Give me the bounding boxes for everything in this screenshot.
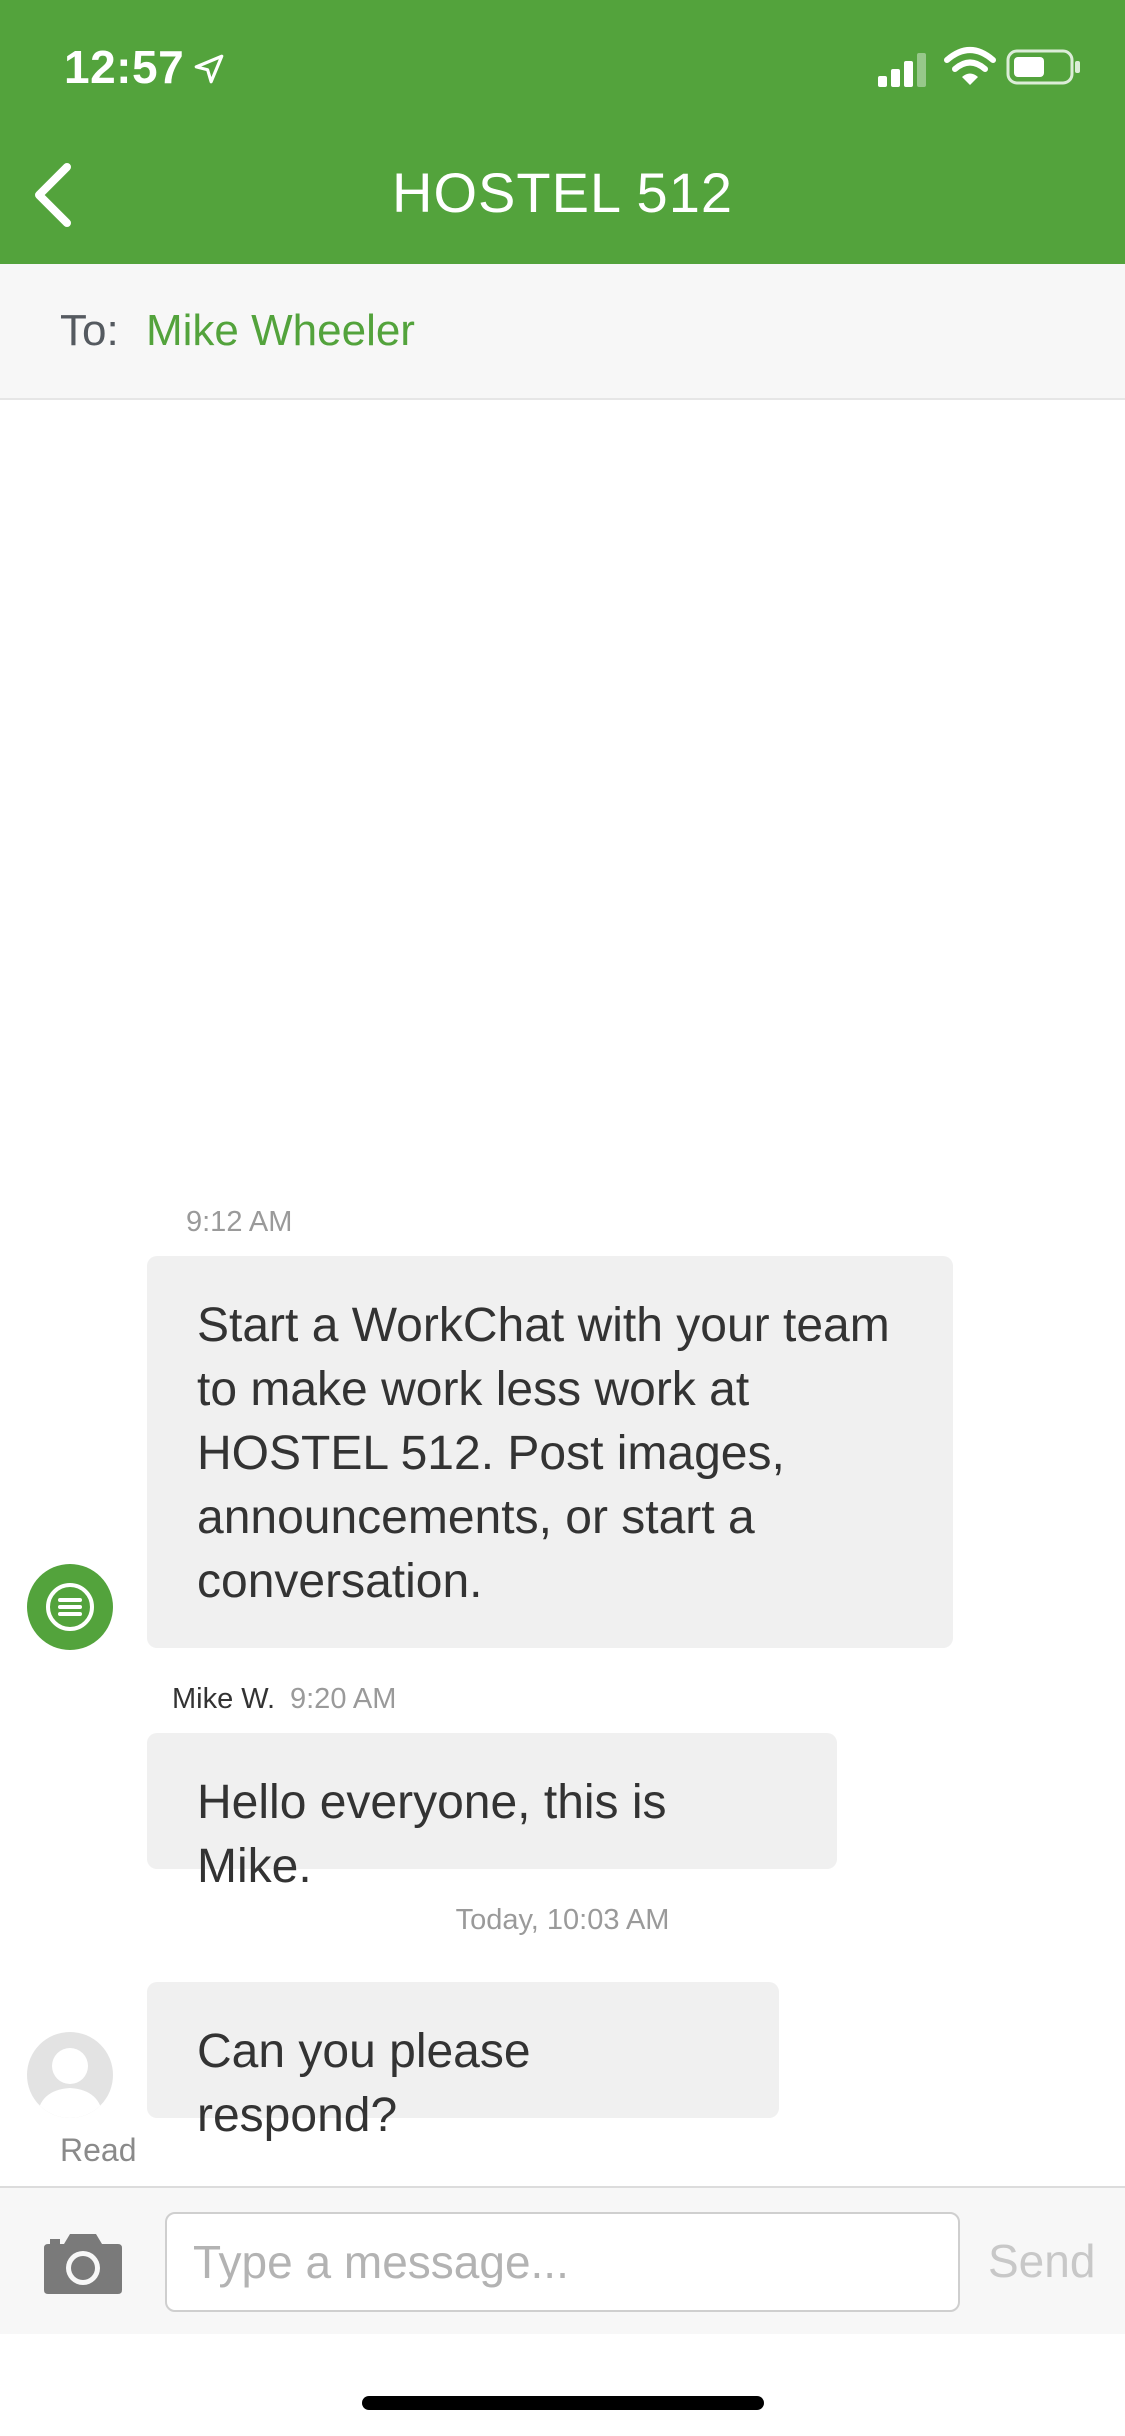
workchat-bot-icon <box>27 1564 113 1650</box>
compose-bar: Send <box>0 2186 1125 2334</box>
status-time: 12:57 <box>64 41 185 93</box>
message-bubble[interactable]: Hello everyone, this is Mike. <box>147 1733 837 1893</box>
message-timestamp: 9:12 AM <box>186 1206 293 1238</box>
message-timestamp: 9:20 AM <box>290 1683 397 1715</box>
recipient-label: To: <box>60 306 119 355</box>
recipient-bar: To: Mike Wheeler <box>0 264 1125 400</box>
recipient-name[interactable]: Mike Wheeler <box>146 306 415 356</box>
home-indicator[interactable] <box>362 2396 764 2410</box>
location-arrow-icon <box>194 54 224 84</box>
date-divider: Today, 10:03 AM <box>455 1904 670 1936</box>
send-button[interactable]: Send <box>988 2234 1095 2288</box>
signal-bars-icon <box>878 53 926 87</box>
battery-icon <box>1006 49 1080 85</box>
page-title: HOSTEL 512 <box>392 161 733 224</box>
message-sender: Mike W. <box>172 1683 276 1715</box>
camera-button[interactable] <box>40 2228 126 2298</box>
message-bubble[interactable]: Can you please respond? <box>147 1982 779 2142</box>
chat-screen: 12:57 HOSTEL 512 To: Mike Wheeler 9:12 A… <box>0 0 1125 2436</box>
camera-icon <box>44 2234 122 2294</box>
user-avatar-icon <box>27 2032 113 2118</box>
message-bubble[interactable]: Start a WorkChat with your team to make … <box>147 1256 953 1648</box>
message-input[interactable] <box>165 2212 960 2312</box>
header-bar: 12:57 HOSTEL 512 <box>0 0 1125 264</box>
wifi-icon <box>944 47 996 85</box>
read-receipt: Read <box>60 2132 137 2168</box>
